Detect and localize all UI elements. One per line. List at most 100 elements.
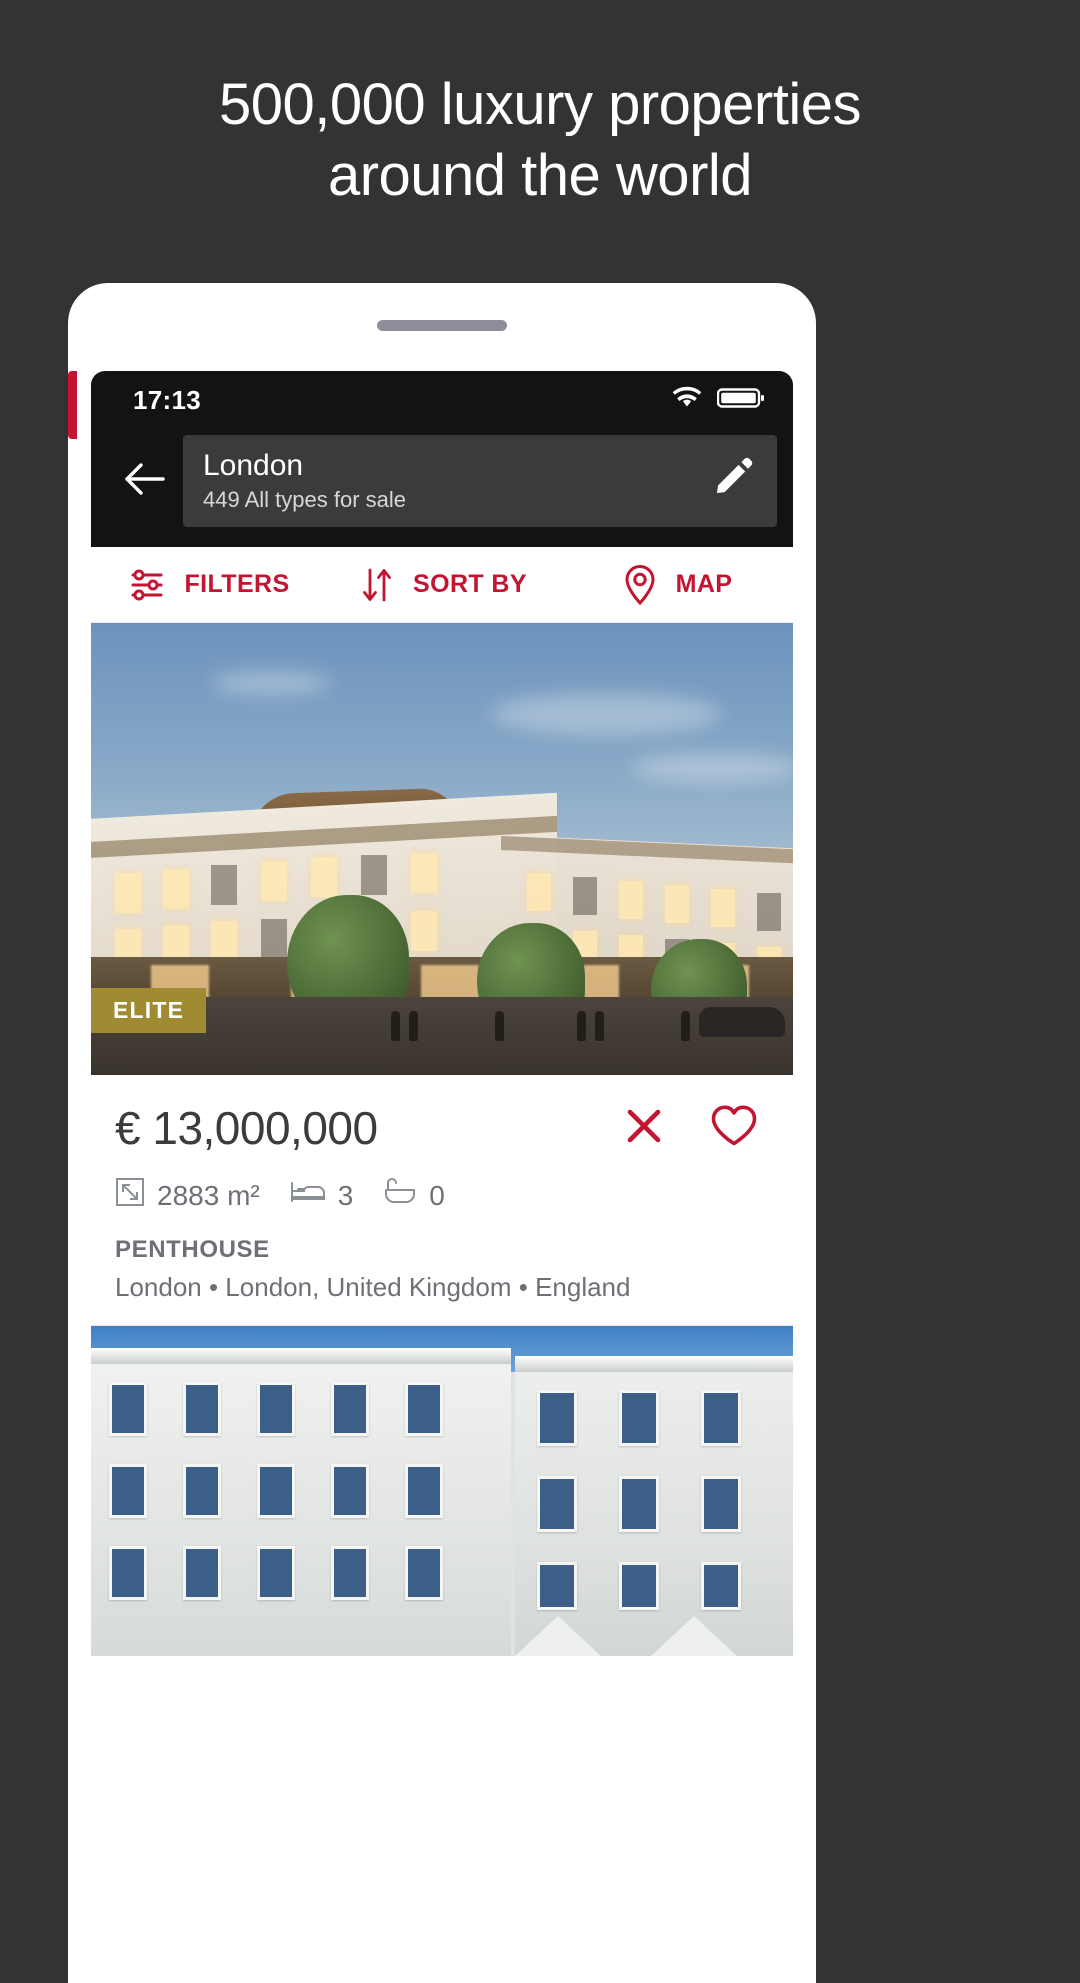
phone-speaker bbox=[377, 320, 507, 331]
back-button[interactable] bbox=[107, 443, 183, 519]
back-arrow-icon bbox=[123, 462, 167, 501]
photo2-cornice bbox=[91, 1348, 511, 1364]
photo-window bbox=[711, 889, 735, 927]
photo2-facade-left bbox=[91, 1348, 511, 1656]
elite-badge[interactable]: ELITE bbox=[91, 988, 207, 1033]
filters-label: FILTERS bbox=[184, 570, 290, 598]
bed-icon bbox=[290, 1179, 326, 1212]
photo2-window bbox=[183, 1382, 221, 1436]
screen-left-red-edge bbox=[68, 371, 77, 439]
property-location: London • London, United Kingdom • Englan… bbox=[115, 1272, 631, 1302]
photo2-window bbox=[331, 1546, 369, 1600]
photo2-window bbox=[405, 1464, 443, 1518]
photo-cloud bbox=[211, 671, 331, 695]
photo-pedestrian bbox=[577, 1011, 586, 1041]
favorite-button[interactable] bbox=[709, 1103, 759, 1154]
sort-by-label: SORT BY bbox=[413, 570, 527, 598]
photo2-window bbox=[619, 1476, 659, 1532]
phone-mockup: 17:13 London 449 All types for sale FILT… bbox=[68, 283, 816, 1983]
photo2-window bbox=[183, 1546, 221, 1600]
search-text-group: London 449 All types for sale bbox=[203, 448, 693, 514]
photo2-window bbox=[257, 1464, 295, 1518]
phone-screen: 17:13 London 449 All types for sale FILT… bbox=[91, 371, 793, 1983]
photo2-cornice bbox=[515, 1356, 793, 1372]
photo-window bbox=[527, 873, 551, 911]
photo2-window bbox=[537, 1562, 577, 1610]
bath-icon bbox=[383, 1178, 417, 1213]
wifi-icon bbox=[671, 386, 703, 415]
card-actions bbox=[621, 1103, 769, 1154]
property-price: € 13,000,000 bbox=[115, 1102, 378, 1154]
status-bar: 17:13 bbox=[91, 371, 793, 429]
battery-icon bbox=[716, 386, 765, 415]
photo-window bbox=[261, 919, 287, 959]
photo2-window bbox=[619, 1562, 659, 1610]
map-pin-icon bbox=[620, 563, 660, 607]
headline-line-1: 500,000 luxury properties bbox=[218, 72, 862, 137]
photo2-window bbox=[109, 1464, 147, 1518]
photo2-window bbox=[257, 1546, 295, 1600]
spec-bathrooms: 0 bbox=[383, 1178, 445, 1213]
dismiss-button[interactable] bbox=[621, 1103, 667, 1154]
photo-window bbox=[411, 911, 437, 951]
photo-pedestrian bbox=[495, 1011, 504, 1041]
spec-area: 2883 m² bbox=[115, 1177, 260, 1214]
map-label: MAP bbox=[675, 570, 733, 598]
headline-line-2: around the world bbox=[327, 142, 753, 208]
search-query-value: London bbox=[203, 449, 304, 482]
photo-window bbox=[757, 893, 781, 931]
close-x-icon bbox=[621, 1103, 667, 1154]
property-card[interactable]: ELITE € 13,000,000 2883 m² 3 0 PENTHOUSE… bbox=[91, 623, 793, 1326]
listing-toolbar: FILTERS SORT BY MAP bbox=[91, 547, 793, 623]
search-input[interactable]: London 449 All types for sale bbox=[183, 435, 777, 527]
photo-window bbox=[573, 877, 597, 915]
photo-window bbox=[411, 853, 437, 893]
photo2-window bbox=[701, 1390, 741, 1446]
bedrooms-value: 3 bbox=[337, 1179, 354, 1211]
photo2-window bbox=[619, 1390, 659, 1446]
edit-search-button[interactable] bbox=[693, 442, 771, 520]
property-specs: 2883 m² 3 0 bbox=[115, 1177, 769, 1214]
heart-icon bbox=[709, 1103, 759, 1154]
photo-pedestrian bbox=[391, 1011, 400, 1041]
status-icon-group bbox=[671, 386, 765, 415]
photo2-window bbox=[257, 1382, 295, 1436]
photo-pedestrian bbox=[681, 1011, 690, 1041]
photo-pedestrian bbox=[595, 1011, 604, 1041]
search-result-summary: 449 All types for sale bbox=[203, 487, 407, 512]
photo2-window bbox=[701, 1476, 741, 1532]
filters-button[interactable]: FILTERS bbox=[91, 564, 325, 606]
pencil-icon bbox=[710, 457, 754, 506]
photo2-window bbox=[537, 1390, 577, 1446]
map-button[interactable]: MAP bbox=[559, 563, 793, 607]
property-info: € 13,000,000 2883 m² 3 0 PENTHOUSE Londo… bbox=[91, 1075, 793, 1325]
photo-cloud bbox=[631, 753, 793, 783]
photo-car bbox=[699, 1007, 785, 1037]
page-headline: 500,000 luxury properties around the wor… bbox=[0, 0, 1080, 212]
area-value: 2883 m² bbox=[157, 1179, 260, 1211]
photo2-window bbox=[537, 1476, 577, 1532]
next-property-photo[interactable] bbox=[91, 1326, 793, 1656]
photo2-window bbox=[405, 1546, 443, 1600]
photo2-window bbox=[405, 1382, 443, 1436]
photo2-window bbox=[183, 1464, 221, 1518]
status-time: 17:13 bbox=[133, 384, 201, 415]
photo-window bbox=[665, 885, 689, 923]
sort-by-button[interactable]: SORT BY bbox=[325, 564, 559, 606]
photo2-window bbox=[701, 1562, 741, 1610]
property-photo[interactable]: ELITE bbox=[91, 623, 793, 1075]
photo-window bbox=[211, 865, 237, 905]
spec-bedrooms: 3 bbox=[290, 1179, 354, 1212]
sort-arrows-icon bbox=[357, 564, 397, 606]
bathrooms-value: 0 bbox=[429, 1179, 445, 1211]
photo2-window bbox=[331, 1464, 369, 1518]
photo2-window bbox=[109, 1382, 147, 1436]
photo2-window bbox=[109, 1546, 147, 1600]
area-icon bbox=[115, 1177, 145, 1214]
photo-window bbox=[361, 855, 387, 895]
photo-window bbox=[261, 861, 287, 901]
photo-window bbox=[619, 881, 643, 919]
price-row: € 13,000,000 bbox=[115, 1101, 769, 1155]
photo-cloud bbox=[491, 693, 721, 735]
photo-window bbox=[211, 921, 237, 961]
